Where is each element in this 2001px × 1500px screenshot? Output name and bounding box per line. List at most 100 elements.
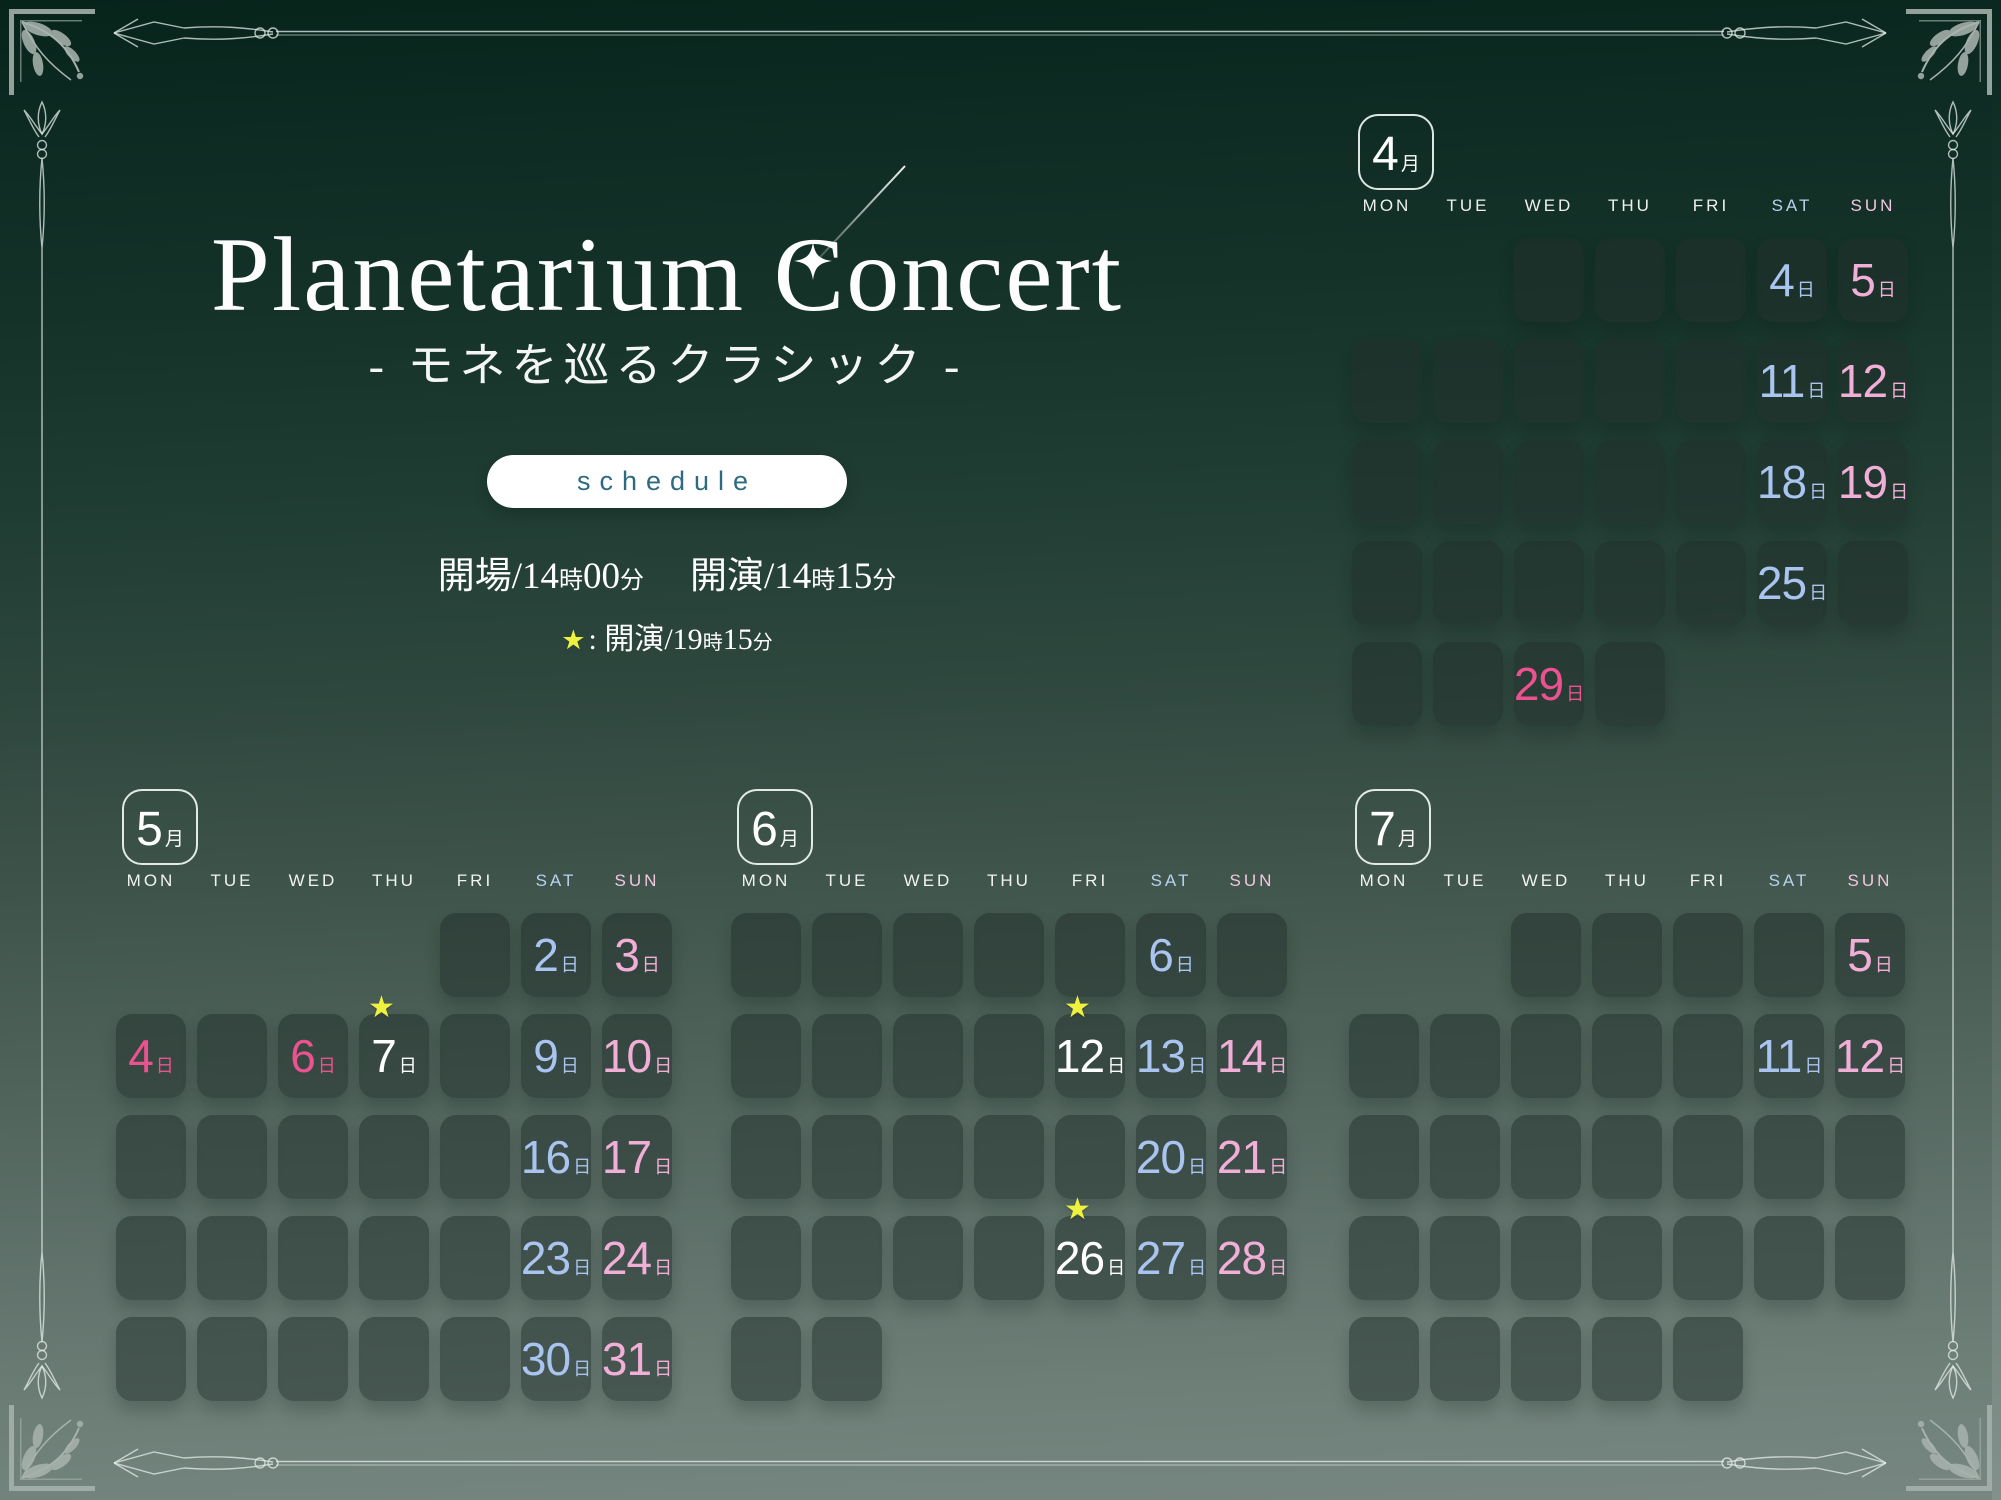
date-suffix: 日 [1269, 1254, 1287, 1280]
blank-cell [278, 1115, 348, 1199]
date-number: 27日 [1136, 1231, 1206, 1285]
date-number: 12日 [1055, 1029, 1125, 1083]
date-suffix: 日 [1809, 579, 1827, 605]
blank-cell [1673, 1014, 1743, 1098]
date-suffix: 日 [1887, 1052, 1905, 1078]
weekday-header-row: MONTUEWEDTHUFRISATSUN [1352, 196, 1908, 216]
date-cell-april-18: 18日 [1757, 440, 1827, 524]
star-icon: ★ [561, 625, 585, 656]
date-number: 17日 [602, 1130, 672, 1184]
evening-show-star-icon: ★ [1064, 993, 1091, 1023]
blank-cell [1055, 1115, 1125, 1199]
date-suffix: 日 [1890, 377, 1908, 403]
date-cell-april-11: 11日 [1757, 339, 1827, 423]
month-badge: 7月 [1355, 789, 1431, 865]
showtime-info: 開場/14時00分 開演/14時15分 [0, 545, 1334, 599]
blank-cell [974, 1216, 1044, 1300]
date-cell-may-3: 3日 [602, 913, 672, 997]
calendar-may: 5月 MONTUEWEDTHUFRISATSUN 2日3日4日6日★7日9日10… [116, 789, 676, 1405]
date-cell-may-23: 23日 [521, 1216, 591, 1300]
weekday-label-thu: THU [1595, 196, 1665, 216]
blank-cell [1835, 1115, 1905, 1199]
blank-cell [359, 1115, 429, 1199]
doors-open-minutes: 00 [583, 555, 620, 598]
blank-cell [1511, 1115, 1581, 1199]
date-suffix: 日 [1188, 1254, 1206, 1280]
blank-cell [1433, 440, 1503, 524]
blank-cell [893, 913, 963, 997]
date-suffix: 日 [654, 1153, 672, 1179]
blank-cell [974, 1014, 1044, 1098]
date-number: 26日 [1055, 1231, 1125, 1285]
date-cell-june-21: 21日 [1217, 1115, 1287, 1199]
date-cell-june-13: 13日 [1136, 1014, 1206, 1098]
date-cell-april-5: 5日 [1838, 238, 1908, 322]
date-suffix: 日 [573, 1254, 591, 1280]
blank-cell [1754, 1216, 1824, 1300]
month-badge-label: 6月 [751, 802, 799, 857]
date-suffix: 日 [1269, 1153, 1287, 1179]
blank-cell [1430, 1317, 1500, 1401]
show-start-text: 開演/14 [690, 545, 811, 599]
weekday-label-tue: TUE [197, 871, 267, 891]
date-cell-may-10: 10日 [602, 1014, 672, 1098]
weekday-label-fri: FRI [1055, 871, 1125, 891]
weekday-label-thu: THU [974, 871, 1044, 891]
evening-show-star-icon: ★ [368, 993, 395, 1023]
date-cell-april-12: 12日 [1838, 339, 1908, 423]
date-suffix: 日 [573, 1153, 591, 1179]
date-cell-may-30: 30日 [521, 1317, 591, 1401]
weekday-label-sat: SAT [1136, 871, 1206, 891]
weekday-header-row: MONTUEWEDTHUFRISATSUN [1349, 871, 1905, 891]
show-start-minutes: 15 [835, 555, 872, 598]
blank-cell [893, 1216, 963, 1300]
date-number: 12日 [1835, 1029, 1905, 1083]
date-suffix: 日 [1176, 951, 1194, 977]
month-badge: 5月 [122, 789, 198, 865]
blank-cell [812, 1014, 882, 1098]
date-cell-may-2: 2日 [521, 913, 591, 997]
date-suffix: 日 [654, 1355, 672, 1381]
date-suffix: 日 [1875, 951, 1893, 977]
blank-cell [1352, 339, 1422, 423]
date-number: 20日 [1136, 1130, 1206, 1184]
date-number: 25日 [1757, 556, 1827, 610]
blank-cell [1595, 541, 1665, 625]
blank-cell [1433, 339, 1503, 423]
blank-cell [1430, 1115, 1500, 1199]
date-cell-may-24: 24日 [602, 1216, 672, 1300]
month-unit: 月 [165, 824, 184, 851]
evening-show-star-icon: ★ [1064, 1195, 1091, 1225]
blank-cell [893, 1115, 963, 1199]
month-unit: 月 [1398, 824, 1417, 851]
weekday-label-thu: THU [1592, 871, 1662, 891]
blank-cell [440, 1115, 510, 1199]
date-number: 9日 [533, 1029, 579, 1083]
date-suffix: 日 [1797, 276, 1815, 302]
minute-unit: 分 [620, 560, 644, 595]
date-number: 31日 [602, 1332, 672, 1386]
legend-minutes: 15 [723, 623, 753, 657]
blank-cell [1511, 913, 1581, 997]
blank-cell [731, 1014, 801, 1098]
schedule-button[interactable]: schedule [487, 455, 847, 508]
blank-cell [278, 1317, 348, 1401]
weekday-label-wed: WED [278, 871, 348, 891]
blank-cell [116, 1216, 186, 1300]
date-suffix: 日 [1809, 478, 1827, 504]
date-cell-may-6: 6日 [278, 1014, 348, 1098]
weekday-label-fri: FRI [1673, 871, 1743, 891]
date-number: 4日 [1769, 253, 1815, 307]
blank-cell [1676, 339, 1746, 423]
date-suffix: 日 [318, 1052, 336, 1078]
date-suffix: 日 [561, 1052, 579, 1078]
blank-cell [812, 1317, 882, 1401]
weekday-label-mon: MON [1349, 871, 1419, 891]
weekday-label-tue: TUE [1433, 196, 1503, 216]
weekday-label-sun: SUN [1217, 871, 1287, 891]
date-number: 18日 [1757, 455, 1827, 509]
page-title: Planetarium Concert [0, 222, 1334, 328]
corner-flourish-icon [6, 1382, 118, 1494]
blank-cell [1754, 913, 1824, 997]
date-suffix: 日 [1890, 478, 1908, 504]
